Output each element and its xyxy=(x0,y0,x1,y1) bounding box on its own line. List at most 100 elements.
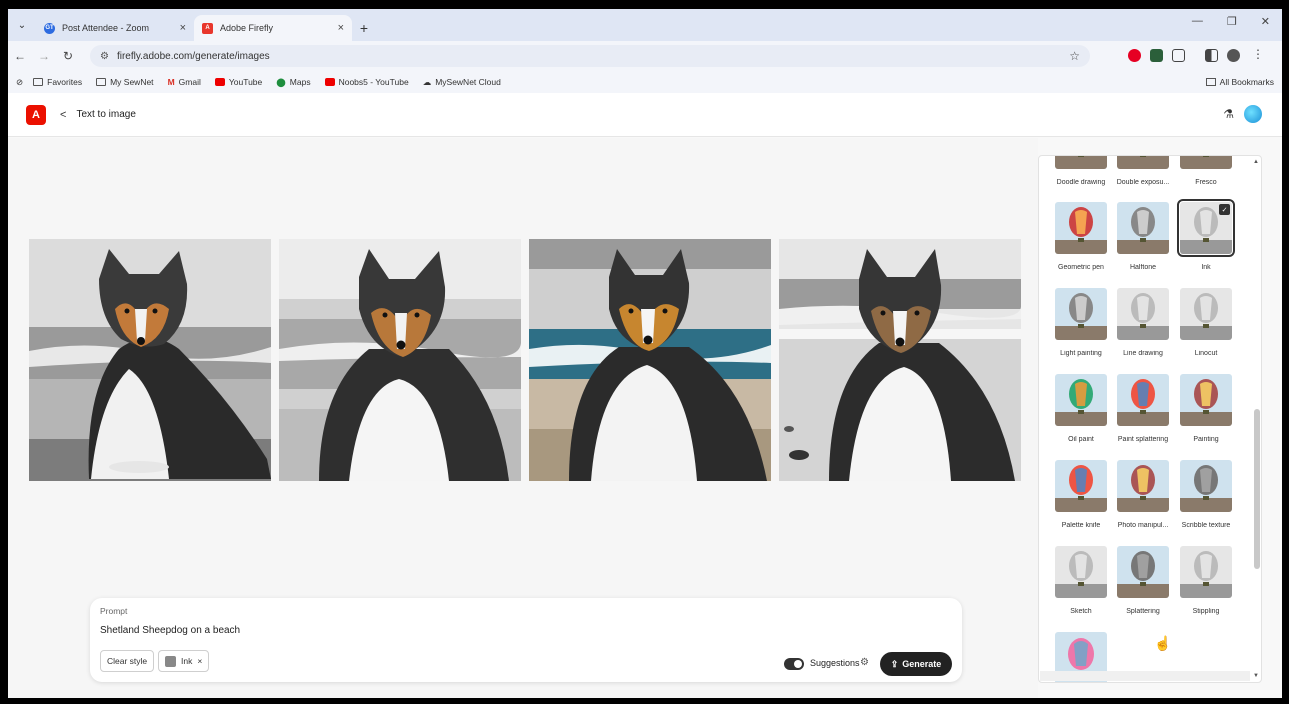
hot-air-balloon-icon xyxy=(1180,460,1232,512)
style-option[interactable]: Splattering xyxy=(1115,546,1171,615)
style-option[interactable]: Paint splattering xyxy=(1115,374,1171,443)
style-option[interactable]: Fresco xyxy=(1178,156,1234,186)
style-thumbnail xyxy=(1180,156,1232,169)
adobe-logo-icon[interactable]: A xyxy=(26,104,46,125)
tab-search-button[interactable]: ⌄ xyxy=(8,9,36,41)
apps-icon[interactable]: ⊘ xyxy=(16,77,23,88)
bookmark-noobs5[interactable]: Noobs5 - YouTube xyxy=(324,77,409,87)
style-option[interactable]: Light painting xyxy=(1053,288,1109,357)
bookmark-mysewnet-cloud[interactable]: ☁ MySewNet Cloud xyxy=(423,77,501,88)
bookmark-label: YouTube xyxy=(228,77,263,87)
style-option[interactable]: Palette knife xyxy=(1053,460,1109,529)
new-tab-button[interactable]: + xyxy=(352,15,376,41)
bookmark-youtube[interactable]: YouTube xyxy=(214,77,263,87)
style-option[interactable]: Scribble texture xyxy=(1178,460,1234,529)
clear-style-button[interactable]: Clear style xyxy=(100,650,155,672)
folder-icon xyxy=(33,78,44,86)
flask-icon[interactable]: ⚗ xyxy=(1223,107,1234,121)
generate-button[interactable]: ⇪ Generate xyxy=(880,652,952,676)
style-option[interactable]: Geometric pen xyxy=(1053,202,1109,271)
style-thumbnail xyxy=(1055,460,1107,512)
bookmark-mysewnet[interactable]: My SewNet xyxy=(96,77,154,87)
restore-icon[interactable]: ❐ xyxy=(1227,15,1237,28)
tab-firefly[interactable]: A Adobe Firefly × xyxy=(194,15,352,41)
ink-thumb-icon xyxy=(165,655,176,667)
generate-label: Generate xyxy=(902,659,942,669)
pinterest-extension-icon[interactable] xyxy=(1128,49,1141,62)
hot-air-balloon-icon xyxy=(1055,288,1107,340)
cloud-icon: ☁ xyxy=(422,76,432,87)
close-tab-icon[interactable]: × xyxy=(338,22,344,34)
style-option[interactable]: Double exposu... xyxy=(1115,156,1171,186)
style-label: Geometric pen xyxy=(1058,264,1104,271)
hot-air-balloon-icon xyxy=(1055,202,1107,254)
style-option[interactable]: Painting xyxy=(1178,374,1234,443)
tab-zoom[interactable]: GT Post Attendee - Zoom × xyxy=(36,15,194,41)
style-chip-ink[interactable]: Ink × xyxy=(158,650,210,672)
close-tab-icon[interactable]: × xyxy=(180,22,186,34)
back-button[interactable]: < xyxy=(60,109,66,121)
remove-style-icon[interactable]: × xyxy=(197,656,202,666)
user-avatar[interactable] xyxy=(1244,105,1262,123)
style-label: Palette knife xyxy=(1061,522,1101,529)
style-thumbnail xyxy=(1055,374,1107,426)
style-option[interactable]: Photo manipul... xyxy=(1115,460,1171,529)
bookmark-maps[interactable]: ⬤ Maps xyxy=(276,77,310,88)
generated-images-area: Prompt Shetland Sheepdog on a beach Clea… xyxy=(8,138,1038,698)
generated-image-1[interactable] xyxy=(29,239,271,481)
style-option[interactable]: Doodle drawing xyxy=(1053,156,1109,186)
style-option[interactable]: Halftone xyxy=(1115,202,1171,271)
generate-icon: ⇪ xyxy=(890,658,899,669)
sheltie-image xyxy=(529,239,771,481)
scroll-down-icon[interactable]: ▼ xyxy=(1253,673,1259,679)
tab-title: Post Attendee - Zoom xyxy=(62,23,150,33)
close-window-icon[interactable]: ✕ xyxy=(1261,15,1270,28)
forward-arrow-icon[interactable]: → xyxy=(32,49,56,63)
style-thumbnail xyxy=(1117,288,1169,340)
kebab-menu-icon[interactable]: ⋮ xyxy=(1252,47,1264,61)
style-label: Double exposu... xyxy=(1116,179,1170,186)
suggestions-settings-icon[interactable]: ⚙ xyxy=(860,657,869,668)
style-label: Paint splattering xyxy=(1117,436,1169,443)
tab-strip: ⌄ GT Post Attendee - Zoom × A Adobe Fire… xyxy=(8,9,1282,41)
suggestions-toggle[interactable] xyxy=(784,658,804,670)
generated-image-4[interactable] xyxy=(779,239,1021,481)
bookmark-label: My SewNet xyxy=(110,77,154,87)
bookmark-star-icon[interactable]: ☆ xyxy=(1069,49,1080,63)
style-option[interactable]: ✓ Ink xyxy=(1177,199,1235,271)
window-controls: — ❐ ✕ xyxy=(1192,15,1282,28)
back-arrow-icon[interactable]: ← xyxy=(8,49,32,63)
reload-icon[interactable]: ↻ xyxy=(56,49,80,63)
style-thumbnail xyxy=(1117,460,1169,512)
prompt-label: Prompt xyxy=(100,606,128,616)
site-settings-icon[interactable]: ⚙ xyxy=(100,51,109,62)
prompt-input[interactable]: Shetland Sheepdog on a beach xyxy=(100,625,240,636)
profile-avatar[interactable] xyxy=(1227,49,1240,62)
all-bookmarks[interactable]: All Bookmarks xyxy=(1205,77,1274,87)
bookmark-gmail[interactable]: M Gmail xyxy=(168,77,201,87)
address-bar[interactable]: ⚙ firefly.adobe.com/generate/images ☆ xyxy=(90,45,1090,67)
style-option[interactable]: Oil paint xyxy=(1053,374,1109,443)
scroll-up-icon[interactable]: ▲ xyxy=(1253,159,1259,165)
style-option[interactable]: Linocut xyxy=(1178,288,1234,357)
style-thumbnail xyxy=(1055,156,1107,169)
style-option[interactable]: Sketch xyxy=(1053,546,1109,615)
horizontal-scrollbar[interactable] xyxy=(1040,671,1250,681)
generated-image-3[interactable] xyxy=(529,239,771,481)
puzzle-extensions-icon[interactable] xyxy=(1172,49,1185,62)
style-thumbnail xyxy=(1117,156,1169,169)
style-option[interactable]: Line drawing xyxy=(1115,288,1171,357)
scrollbar-thumb[interactable] xyxy=(1254,409,1260,569)
style-option[interactable]: Stippling xyxy=(1178,546,1234,615)
minimize-icon[interactable]: — xyxy=(1192,15,1203,28)
style-label: Fresco xyxy=(1195,179,1217,186)
style-label: Sketch xyxy=(1070,608,1092,615)
style-thumbnail xyxy=(1180,546,1232,598)
generated-image-2[interactable] xyxy=(279,239,521,481)
bookmark-favorites[interactable]: Favorites xyxy=(33,77,82,87)
gmail-icon: M xyxy=(167,77,175,87)
extension-icon[interactable] xyxy=(1150,49,1163,62)
hot-air-balloon-icon xyxy=(1117,374,1169,426)
sidepanel-icon[interactable] xyxy=(1205,49,1218,62)
style-label: Photo manipul... xyxy=(1117,522,1169,529)
